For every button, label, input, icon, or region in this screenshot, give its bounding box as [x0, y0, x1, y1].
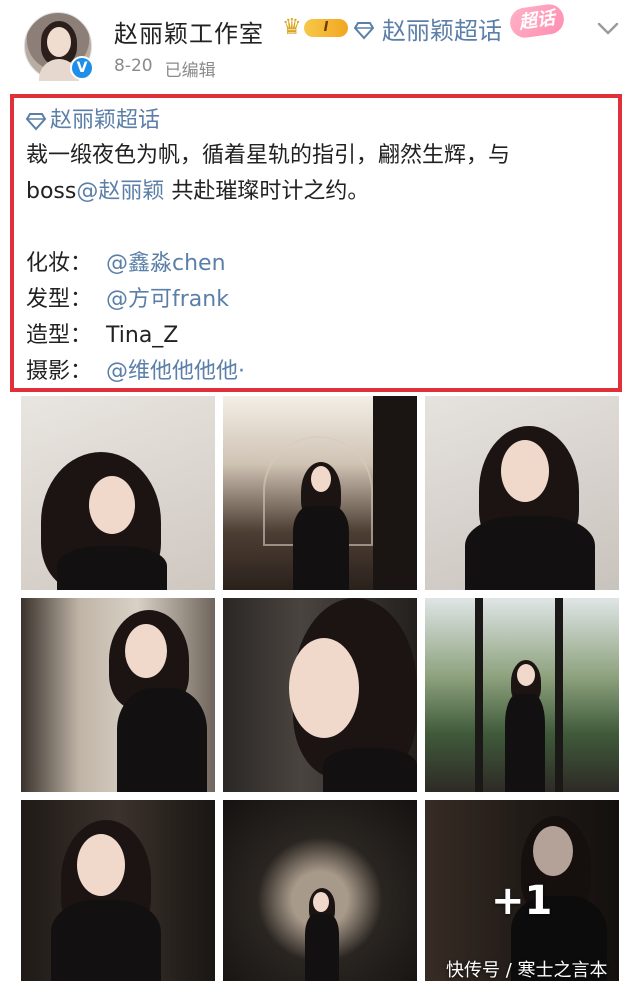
vip-badge[interactable]: ♛ I	[282, 16, 348, 40]
credit-value: Tina_Z	[106, 323, 179, 348]
figure-face	[77, 834, 125, 896]
post-text: 赵丽颖超话 裁一缎夜色为帆，循着星轨的指引，翩然生辉，与 boss@赵丽颖 共赴…	[26, 104, 616, 390]
more-photos-count: +1	[491, 878, 553, 924]
credit-label: 发型：	[26, 287, 93, 312]
credit-hair: 发型： @方可frank	[26, 282, 616, 318]
dark-wall	[373, 396, 417, 590]
window-frame	[555, 598, 563, 792]
figure-body	[505, 694, 545, 792]
photo-thumbnail[interactable]	[21, 800, 215, 981]
photo-thumbnail[interactable]	[21, 598, 215, 792]
figure-body	[57, 546, 167, 590]
figure-body	[293, 506, 349, 590]
figure-face	[125, 624, 167, 678]
post-meta: 8-20 已编辑	[114, 56, 216, 81]
avatar-face	[47, 27, 71, 57]
post-header: V 赵丽颖工作室 ♛ I 赵丽颖超话 超话 8-20 已编辑	[0, 0, 640, 92]
credit-link[interactable]: @鑫淼chen	[106, 246, 226, 282]
figure-face	[501, 440, 549, 502]
figure-face	[313, 892, 329, 912]
post-line-1: 裁一缎夜色为帆，循着星轨的指引，翩然生辉，与	[26, 143, 511, 168]
chevron-down-icon[interactable]	[594, 14, 622, 42]
photo-thumbnail[interactable]	[223, 800, 417, 981]
photo-thumbnail[interactable]	[223, 598, 417, 792]
figure-face	[89, 476, 135, 534]
photo-thumbnail[interactable]	[425, 396, 619, 590]
photo-thumbnail[interactable]	[21, 396, 215, 590]
figure-face	[311, 466, 331, 492]
credit-link[interactable]: @维他他他他·	[106, 354, 245, 390]
diamond-icon	[353, 18, 375, 40]
topic-tag-link[interactable]: 赵丽颖超话	[26, 104, 616, 138]
post-line-2: boss@赵丽颖 共赴璀璨时计之约。	[26, 174, 616, 210]
post-date: 8-20	[114, 56, 153, 76]
credit-makeup: 化妆： @鑫淼chen	[26, 246, 616, 282]
diamond-icon	[26, 113, 46, 131]
edited-label[interactable]: 已编辑	[165, 56, 216, 81]
post-line-2-suffix: 共赴璀璨时计之约。	[164, 179, 370, 204]
super-topic-link[interactable]: 赵丽颖超话	[353, 14, 502, 45]
mention-link[interactable]: @赵丽颖	[76, 179, 164, 204]
credit-photo: 摄影： @维他他他他·	[26, 354, 616, 390]
vip-level: I	[304, 19, 348, 37]
figure-face	[289, 638, 359, 738]
figure-body	[305, 914, 339, 981]
credit-label: 摄影：	[26, 359, 93, 384]
account-name[interactable]: 赵丽颖工作室	[114, 14, 264, 49]
topic-tag-text: 赵丽颖超话	[50, 108, 161, 133]
credit-styling: 造型： Tina_Z	[26, 318, 616, 354]
window-frame	[475, 598, 483, 792]
photo-thumbnail[interactable]	[223, 396, 417, 590]
figure-body	[323, 748, 417, 792]
figure-face	[517, 664, 535, 686]
watermark: 快传号 / 寒士之言本	[446, 960, 608, 981]
credit-label: 造型：	[26, 323, 93, 348]
verified-badge-icon: V	[70, 56, 94, 80]
super-topic-badge: 超话	[508, 2, 566, 40]
credit-link[interactable]: @方可frank	[106, 282, 229, 318]
photo-thumbnail[interactable]	[425, 598, 619, 792]
photo-grid: +1	[21, 396, 619, 981]
photo-thumbnail-more[interactable]: +1	[425, 800, 619, 981]
figure-body	[117, 688, 207, 792]
super-topic-text: 赵丽颖超话	[382, 16, 502, 45]
post-content-highlight: 赵丽颖超话 裁一缎夜色为帆，循着星轨的指引，翩然生辉，与 boss@赵丽颖 共赴…	[10, 94, 622, 392]
figure-body	[51, 900, 161, 981]
post-line-2-prefix: boss	[26, 179, 77, 204]
figure-body	[465, 516, 595, 590]
credit-label: 化妆：	[26, 251, 93, 276]
